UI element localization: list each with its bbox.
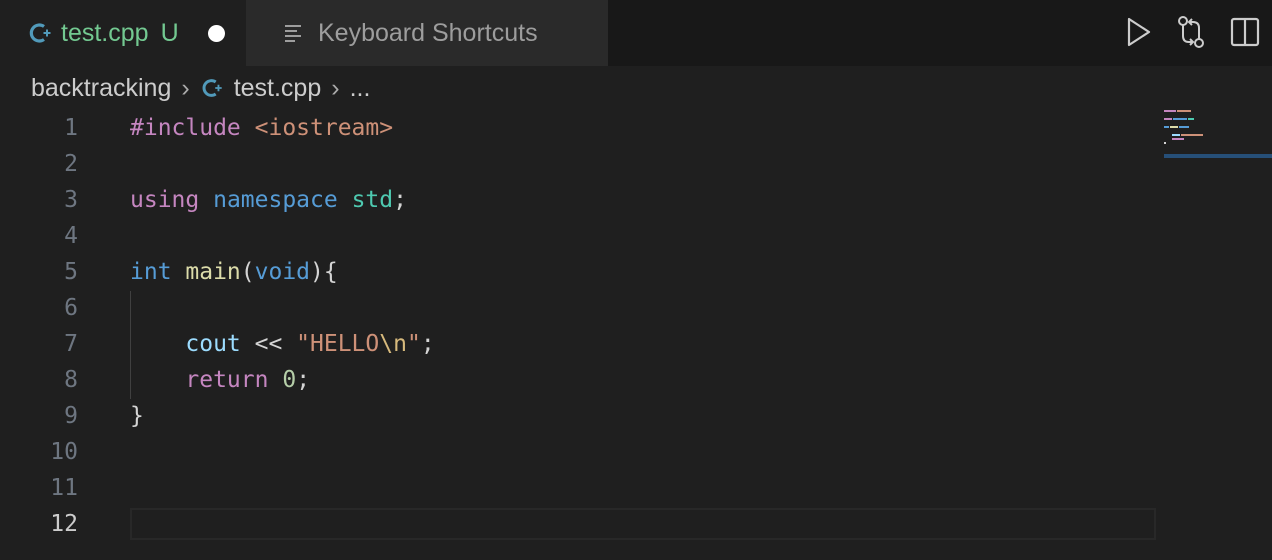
minimap-line [1173,118,1187,120]
code-text: } [130,398,144,434]
minimap-line [1179,126,1189,128]
tab-bar: test.cpp U Keyboard Shortcuts [0,0,1272,66]
code-line[interactable]: 7 cout << "HELLO\n"; [0,326,1160,362]
line-number: 5 [64,259,78,285]
chevron-right-icon: › [181,73,190,102]
minimap-line [1164,118,1172,120]
code-line[interactable]: 12 [0,506,1160,542]
cpp-icon [202,79,222,97]
code-editor[interactable]: 1 #include <iostream> 2 3 using namespace st… [0,110,1160,560]
chevron-right-icon: › [331,73,340,102]
tab-label: Keyboard Shortcuts [318,18,538,47]
code-line[interactable]: 10 [0,434,1160,470]
code-token: "HELLO [296,331,380,357]
code-token: void [254,259,311,285]
code-token: \n [379,331,407,357]
line-number: 6 [64,295,78,321]
code-text: int main(void){ [130,254,338,290]
tab-test-cpp[interactable]: test.cpp U [0,0,246,66]
code-line[interactable]: 1 #include <iostream> [0,110,1160,146]
list-icon [285,25,301,42]
minimap-line [1164,110,1176,112]
minimap-line [1181,134,1203,136]
code-text: #include <iostream> [130,110,393,146]
line-number: 7 [64,331,78,357]
code-token: } [130,403,144,429]
split-editor-icon[interactable] [1228,14,1262,50]
code-token: ( [240,259,255,285]
line-number: 4 [64,223,78,249]
minimap[interactable] [1162,108,1272,160]
line-number: 9 [64,403,78,429]
code-token: main [185,259,241,285]
code-token: ; [420,331,435,357]
minimap-viewport[interactable] [1164,154,1272,158]
code-text: using namespace std; [130,182,407,218]
code-line[interactable]: 5 int main(void){ [0,254,1160,290]
code-token: 0 [282,367,297,393]
code-token: <iostream> [254,115,394,141]
breadcrumb-folder[interactable]: backtracking [31,74,171,103]
cpp-icon [29,23,51,43]
line-number: 2 [64,151,78,177]
code-token: ){ [310,259,338,285]
play-icon[interactable] [1120,14,1154,50]
code-token: cout [185,331,241,357]
code-line[interactable]: 8 return 0; [0,362,1160,398]
line-number: 11 [50,475,78,501]
line-number: 12 [50,511,78,537]
tab-keyboard-shortcuts[interactable]: Keyboard Shortcuts [246,0,608,66]
code-line[interactable]: 11 [0,470,1160,506]
line-number: 1 [64,115,78,141]
minimap-line [1177,110,1191,112]
code-token: ; [393,187,407,213]
code-token: namespace [213,187,352,213]
line-number: 8 [64,367,78,393]
minimap-line [1164,126,1169,128]
minimap-line [1172,134,1180,136]
breadcrumb: backtracking › test.cpp › ... [0,66,1272,110]
code-token: #include [130,115,255,141]
breadcrumb-file[interactable]: test.cpp [234,74,322,103]
code-token: int [130,259,186,285]
minimap-line [1172,138,1184,140]
code-line[interactable]: 2 [0,146,1160,182]
code-line[interactable]: 3 using namespace std; [0,182,1160,218]
minimap-line [1188,118,1194,120]
code-token: return [185,367,283,393]
unsaved-dot-icon[interactable] [208,25,225,42]
minimap-line [1170,126,1178,128]
tab-label: test.cpp [61,18,149,47]
untracked-badge: U [160,18,179,47]
code-token: << [240,331,297,357]
code-token: " [406,331,421,357]
code-token: ; [296,367,311,393]
code-line[interactable]: 9} [0,398,1160,434]
code-token: std [351,187,394,213]
git-compare-icon[interactable] [1174,14,1208,50]
line-number: 3 [64,187,78,213]
code-token: using [130,187,214,213]
code-line[interactable]: 6 [0,290,1160,326]
code-line[interactable]: 4 [0,218,1160,254]
line-number: 10 [50,439,78,465]
breadcrumb-symbols[interactable]: ... [350,74,371,103]
code-text: cout << "HELLO\n"; [130,326,435,362]
code-text: return 0; [130,362,310,398]
minimap-line [1164,142,1166,144]
